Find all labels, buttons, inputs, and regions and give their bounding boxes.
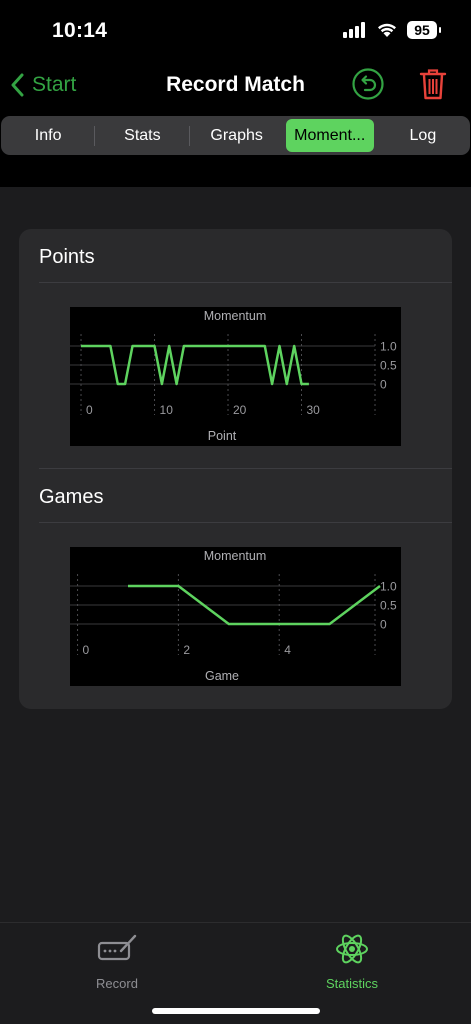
chart-title: Momentum (204, 549, 267, 563)
tab-graphs[interactable]: Graphs (190, 119, 284, 152)
tab-statistics-label: Statistics (325, 976, 378, 991)
wifi-icon (378, 23, 396, 37)
y-tick-label: 0.5 (380, 359, 397, 373)
trash-icon[interactable] (419, 67, 447, 101)
y-tick-label: 1.0 (380, 580, 397, 594)
battery-indicator: 95 (407, 21, 441, 39)
points-divider (39, 282, 452, 283)
x-axis-label: Point (208, 429, 237, 443)
games-momentum-chart: 0 0.5 1.0 0 2 4 Momentum Game (70, 547, 401, 686)
home-indicator (152, 1008, 320, 1014)
chevron-left-icon (11, 73, 24, 97)
points-section-title: Points (39, 246, 95, 268)
chart-title: Momentum (204, 309, 267, 323)
x-axis-label: Game (205, 669, 239, 683)
y-tick-label: 0.5 (380, 599, 397, 613)
x-tick-label: 30 (307, 403, 321, 417)
y-tick-label: 0 (380, 618, 387, 632)
signal-icon (343, 22, 365, 38)
momentum-card: Points 0 0.5 1.0 0 10 20 30 Momentum Point Games… (19, 229, 452, 709)
content-area[interactable]: Points 0 0.5 1.0 0 10 20 30 Momentum Point Games… (0, 187, 471, 922)
games-divider (39, 522, 452, 523)
x-tick-label: 0 (83, 643, 90, 657)
tab-momentum[interactable]: Moment... (285, 119, 374, 152)
bottom-tab-bar: Record Statistics (0, 922, 471, 1024)
section-divider (39, 468, 452, 469)
games-chart-svg: 0 0.5 1.0 0 2 4 Momentum Game (70, 549, 397, 683)
atom-icon (336, 934, 368, 964)
games-section-title: Games (39, 486, 104, 508)
y-tick-label: 0 (380, 378, 387, 392)
x-tick-label: 4 (284, 643, 291, 657)
y-tick-label: 1.0 (380, 340, 397, 354)
undo-button[interactable] (351, 67, 385, 101)
tab-record-label: Record (96, 976, 138, 991)
keyboard-pen-icon (97, 934, 137, 961)
x-tick-label: 20 (233, 403, 247, 417)
points-momentum-chart: 0 0.5 1.0 0 10 20 30 Momentum Point (70, 307, 401, 446)
segmented-control: Info Stats Graphs Moment... Log (1, 116, 470, 155)
tab-info[interactable]: Info (1, 119, 96, 152)
tab-stats[interactable]: Stats (95, 119, 190, 152)
x-tick-label: 2 (183, 643, 190, 657)
status-time: 10:14 (52, 19, 108, 42)
nav-bar: Start Record Match (0, 60, 471, 112)
points-chart-svg: 0 0.5 1.0 0 10 20 30 Momentum Point (70, 309, 397, 443)
back-button[interactable]: Start (10, 70, 76, 100)
back-label: Start (32, 73, 77, 96)
tab-log[interactable]: Log (376, 119, 470, 152)
status-bar: 10:14 95 (0, 0, 471, 60)
segmented-control-area: Info Stats Graphs Moment... Log (0, 112, 471, 187)
tab-statistics[interactable]: Statistics (292, 931, 412, 991)
status-icons: 95 (343, 21, 441, 39)
x-tick-label: 0 (86, 403, 93, 417)
x-tick-label: 10 (160, 403, 174, 417)
tab-record[interactable]: Record (57, 931, 177, 991)
